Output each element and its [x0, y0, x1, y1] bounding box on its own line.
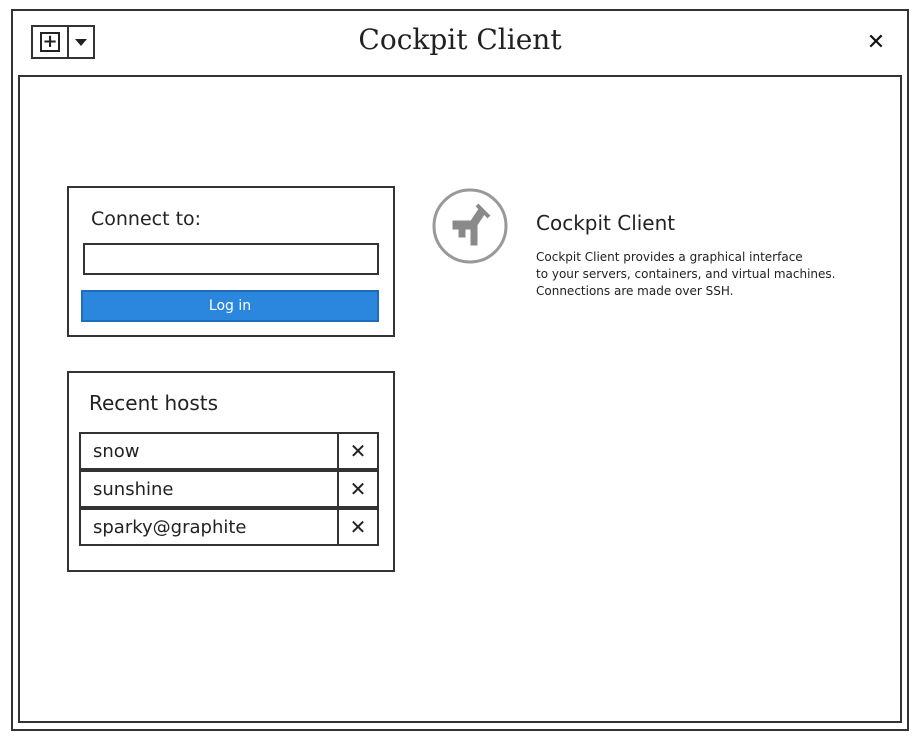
- connect-card: Connect to: Log in: [67, 186, 395, 337]
- title-bar: + Cockpit Client ✕: [13, 11, 907, 75]
- host-row: snow ✕: [79, 432, 379, 470]
- main-content: Connect to: Log in Recent hosts snow ✕ s…: [18, 75, 902, 723]
- app-window: + Cockpit Client ✕ Connect to: Log in Re…: [11, 9, 909, 731]
- close-icon: ✕: [349, 477, 367, 501]
- about-description: Cockpit Client provides a graphical inte…: [536, 249, 866, 300]
- close-button[interactable]: ✕: [865, 29, 887, 55]
- host-item-snow[interactable]: snow: [79, 432, 339, 470]
- host-input[interactable]: [83, 243, 379, 275]
- host-item-sparky-graphite[interactable]: sparky@graphite: [79, 508, 339, 546]
- cockpit-logo-icon: [432, 188, 508, 264]
- host-row: sparky@graphite ✕: [79, 508, 379, 546]
- login-button[interactable]: Log in: [81, 290, 379, 322]
- about-title: Cockpit Client: [536, 211, 676, 235]
- close-icon: ✕: [866, 29, 886, 55]
- connect-label: Connect to:: [91, 208, 202, 230]
- host-item-sunshine[interactable]: sunshine: [79, 470, 339, 508]
- recent-hosts-card: Recent hosts snow ✕ sunshine ✕ sparky@gr…: [67, 371, 395, 572]
- description-line: to your servers, containers, and virtual…: [536, 267, 836, 281]
- close-icon: ✕: [349, 515, 367, 539]
- close-icon: ✕: [349, 439, 367, 463]
- remove-host-button[interactable]: ✕: [339, 508, 379, 546]
- remove-host-button[interactable]: ✕: [339, 470, 379, 508]
- host-row: sunshine ✕: [79, 470, 379, 508]
- remove-host-button[interactable]: ✕: [339, 432, 379, 470]
- description-line: Connections are made over SSH.: [536, 284, 734, 298]
- window-title: Cockpit Client: [358, 23, 562, 56]
- recent-hosts-list: snow ✕ sunshine ✕ sparky@graphite ✕: [79, 432, 379, 546]
- recent-hosts-title: Recent hosts: [89, 391, 219, 415]
- description-line: Cockpit Client provides a graphical inte…: [536, 250, 803, 264]
